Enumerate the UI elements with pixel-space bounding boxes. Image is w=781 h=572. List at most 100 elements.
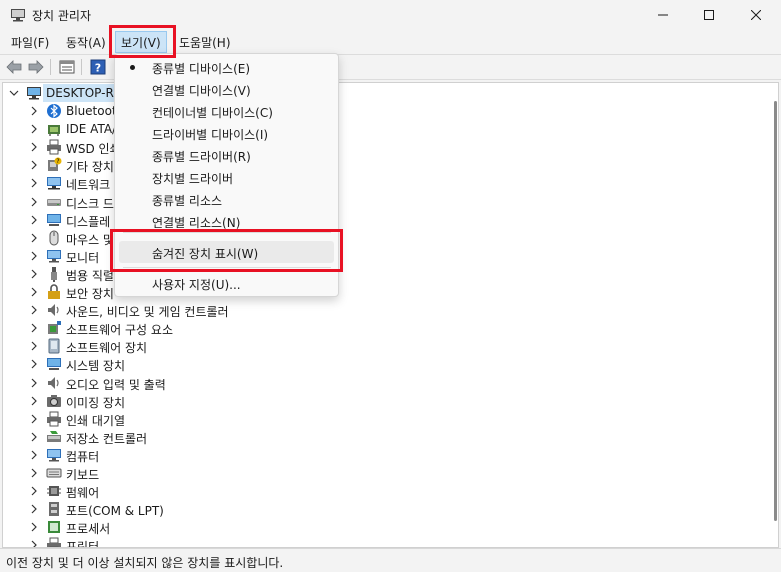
expand-chevron-icon[interactable] bbox=[27, 104, 41, 118]
view-menu-item[interactable]: 종류별 디바이스(E) bbox=[119, 56, 334, 78]
tree-item-row[interactable]: 프린터 bbox=[3, 536, 763, 547]
menu-bar: 파일(F) 동작(A) 보기(V) 도움말(H) bbox=[0, 30, 781, 54]
security-device-icon bbox=[46, 284, 62, 300]
close-icon bbox=[751, 10, 761, 20]
forward-button[interactable] bbox=[27, 58, 45, 76]
view-menu-item-label: 연결별 리소스(N) bbox=[152, 216, 241, 230]
tree-item-label: 프로세서 bbox=[66, 522, 111, 537]
imaging-device-icon bbox=[46, 393, 62, 409]
forward-arrow-icon bbox=[28, 60, 44, 74]
expand-chevron-icon[interactable] bbox=[27, 231, 41, 245]
vertical-scrollbar[interactable] bbox=[774, 101, 777, 521]
software-device-icon bbox=[46, 338, 62, 354]
tree-item-row[interactable]: 시스템 장치 bbox=[3, 355, 763, 373]
tree-item-label: 컴퓨터 bbox=[66, 449, 100, 464]
bluetooth-icon bbox=[46, 103, 62, 119]
properties-button[interactable] bbox=[58, 58, 76, 76]
expand-chevron-icon[interactable] bbox=[27, 394, 41, 408]
ide-controller-icon bbox=[46, 121, 62, 137]
view-menu-item[interactable]: 종류별 리소스 bbox=[119, 188, 334, 210]
tree-item-row[interactable]: 이미징 장치 bbox=[3, 392, 763, 410]
view-menu-item[interactable]: 종류별 드라이버(R) bbox=[119, 144, 334, 166]
view-menu-item-label: 드라이버별 디바이스(I) bbox=[152, 128, 269, 142]
tree-item-row[interactable]: 프로세서 bbox=[3, 518, 763, 536]
view-menu-dropdown: 종류별 디바이스(E) 연결별 디바이스(V) 컨테이너별 디바이스(C) 드라이버별… bbox=[114, 53, 339, 297]
view-menu-item-label: 종류별 리소스 bbox=[152, 194, 223, 208]
view-menu-item[interactable]: 연결별 리소스(N) bbox=[119, 210, 334, 232]
tree-item-row[interactable]: 키보드 bbox=[3, 464, 763, 482]
customize-item[interactable]: 사용자 지정(U)... bbox=[119, 272, 334, 294]
back-button[interactable] bbox=[5, 58, 23, 76]
expand-chevron-icon[interactable] bbox=[27, 285, 41, 299]
mouse-icon bbox=[46, 230, 62, 246]
menu-file[interactable]: 파일(F) bbox=[7, 33, 53, 53]
audio-icon bbox=[46, 375, 62, 391]
status-text: 이전 장치 및 더 이상 설치되지 않은 장치를 표시합니다. bbox=[6, 556, 284, 570]
close-button[interactable] bbox=[733, 0, 779, 30]
tree-item-label: 보안 장치 bbox=[66, 287, 114, 301]
tree-item-label: 키보드 bbox=[66, 468, 100, 482]
tree-item-label: 저장소 컨트롤러 bbox=[66, 431, 148, 446]
minimize-button[interactable] bbox=[640, 0, 686, 30]
tree-item-row[interactable]: 오디오 입력 및 출력 bbox=[3, 374, 763, 392]
expand-chevron-icon[interactable] bbox=[27, 412, 41, 426]
menu-action[interactable]: 동작(A) bbox=[62, 33, 110, 53]
expand-chevron-icon[interactable] bbox=[27, 520, 41, 534]
properties-icon bbox=[59, 60, 75, 74]
tree-item-row[interactable]: 소프트웨어 구성 요소 bbox=[3, 319, 763, 337]
expand-chevron-icon[interactable] bbox=[27, 430, 41, 444]
expand-chevron-icon[interactable] bbox=[27, 176, 41, 190]
menu-help[interactable]: 도움말(H) bbox=[175, 33, 235, 53]
tree-item-row[interactable]: 인쇄 대기열 bbox=[3, 410, 763, 428]
expand-chevron-icon[interactable] bbox=[27, 213, 41, 227]
tree-item-label: 마우스 및 bbox=[66, 232, 114, 247]
window-title: 장치 관리자 bbox=[32, 9, 92, 23]
tree-item-label: 사운드, 비디오 및 게임 컨트롤러 bbox=[66, 305, 229, 320]
tree-item-row[interactable]: 포트(COM & LPT) bbox=[3, 500, 763, 518]
show-hidden-devices-item[interactable]: 숨겨진 장치 표시(W) bbox=[119, 241, 334, 263]
tree-item-row[interactable]: 컴퓨터 bbox=[3, 446, 763, 464]
expand-chevron-icon[interactable] bbox=[27, 466, 41, 480]
expand-chevron-icon[interactable] bbox=[27, 376, 41, 390]
expand-chevron-icon[interactable] bbox=[27, 357, 41, 371]
view-menu-item[interactable]: 컨테이너별 디바이스(C) bbox=[119, 100, 334, 122]
expand-chevron-icon[interactable] bbox=[27, 140, 41, 154]
expand-chevron-icon[interactable] bbox=[27, 195, 41, 209]
view-menu-item[interactable]: 장치별 드라이버 bbox=[119, 166, 334, 188]
firmware-icon bbox=[46, 483, 62, 499]
expand-chevron-icon[interactable] bbox=[27, 158, 41, 172]
processor-icon bbox=[46, 519, 62, 535]
tree-item-label: 시스템 장치 bbox=[66, 359, 126, 374]
expand-chevron-icon[interactable] bbox=[27, 484, 41, 498]
tree-item-row[interactable]: 소프트웨어 장치 bbox=[3, 337, 763, 355]
expand-chevron-icon[interactable] bbox=[27, 321, 41, 335]
print-queue-icon bbox=[46, 411, 62, 427]
menu-separator bbox=[123, 232, 331, 233]
view-menu-item[interactable]: 드라이버별 디바이스(I) bbox=[119, 122, 334, 144]
help-button[interactable]: ? bbox=[89, 58, 107, 76]
tree-item-row[interactable]: 사운드, 비디오 및 게임 컨트롤러 bbox=[3, 301, 763, 319]
device-manager-icon bbox=[11, 9, 25, 22]
expand-chevron-icon[interactable] bbox=[27, 448, 41, 462]
expand-chevron-icon[interactable] bbox=[27, 538, 41, 547]
printer-icon bbox=[46, 537, 62, 547]
monitor-icon bbox=[46, 248, 62, 264]
tree-item-row[interactable]: 저장소 컨트롤러 bbox=[3, 428, 763, 446]
tree-item-row[interactable]: 펌웨어 bbox=[3, 482, 763, 500]
toolbar-separator bbox=[81, 59, 82, 75]
expand-chevron-icon[interactable] bbox=[27, 303, 41, 317]
expand-chevron-icon[interactable] bbox=[27, 122, 41, 136]
expand-chevron-icon[interactable] bbox=[27, 249, 41, 263]
title-bar: 장치 관리자 bbox=[0, 0, 781, 30]
view-menu-item-label: 연결별 디바이스(V) bbox=[152, 84, 251, 98]
maximize-button[interactable] bbox=[686, 0, 732, 30]
printer-icon bbox=[46, 139, 62, 155]
display-adapter-icon bbox=[46, 212, 62, 228]
view-menu-item[interactable]: 연결별 디바이스(V) bbox=[119, 78, 334, 100]
menu-view[interactable]: 보기(V) bbox=[115, 31, 167, 53]
collapse-chevron-icon[interactable] bbox=[7, 86, 21, 100]
expand-chevron-icon[interactable] bbox=[27, 267, 41, 281]
expand-chevron-icon[interactable] bbox=[27, 502, 41, 516]
tree-item-label: 포트(COM & LPT) bbox=[66, 504, 164, 519]
expand-chevron-icon[interactable] bbox=[27, 339, 41, 353]
